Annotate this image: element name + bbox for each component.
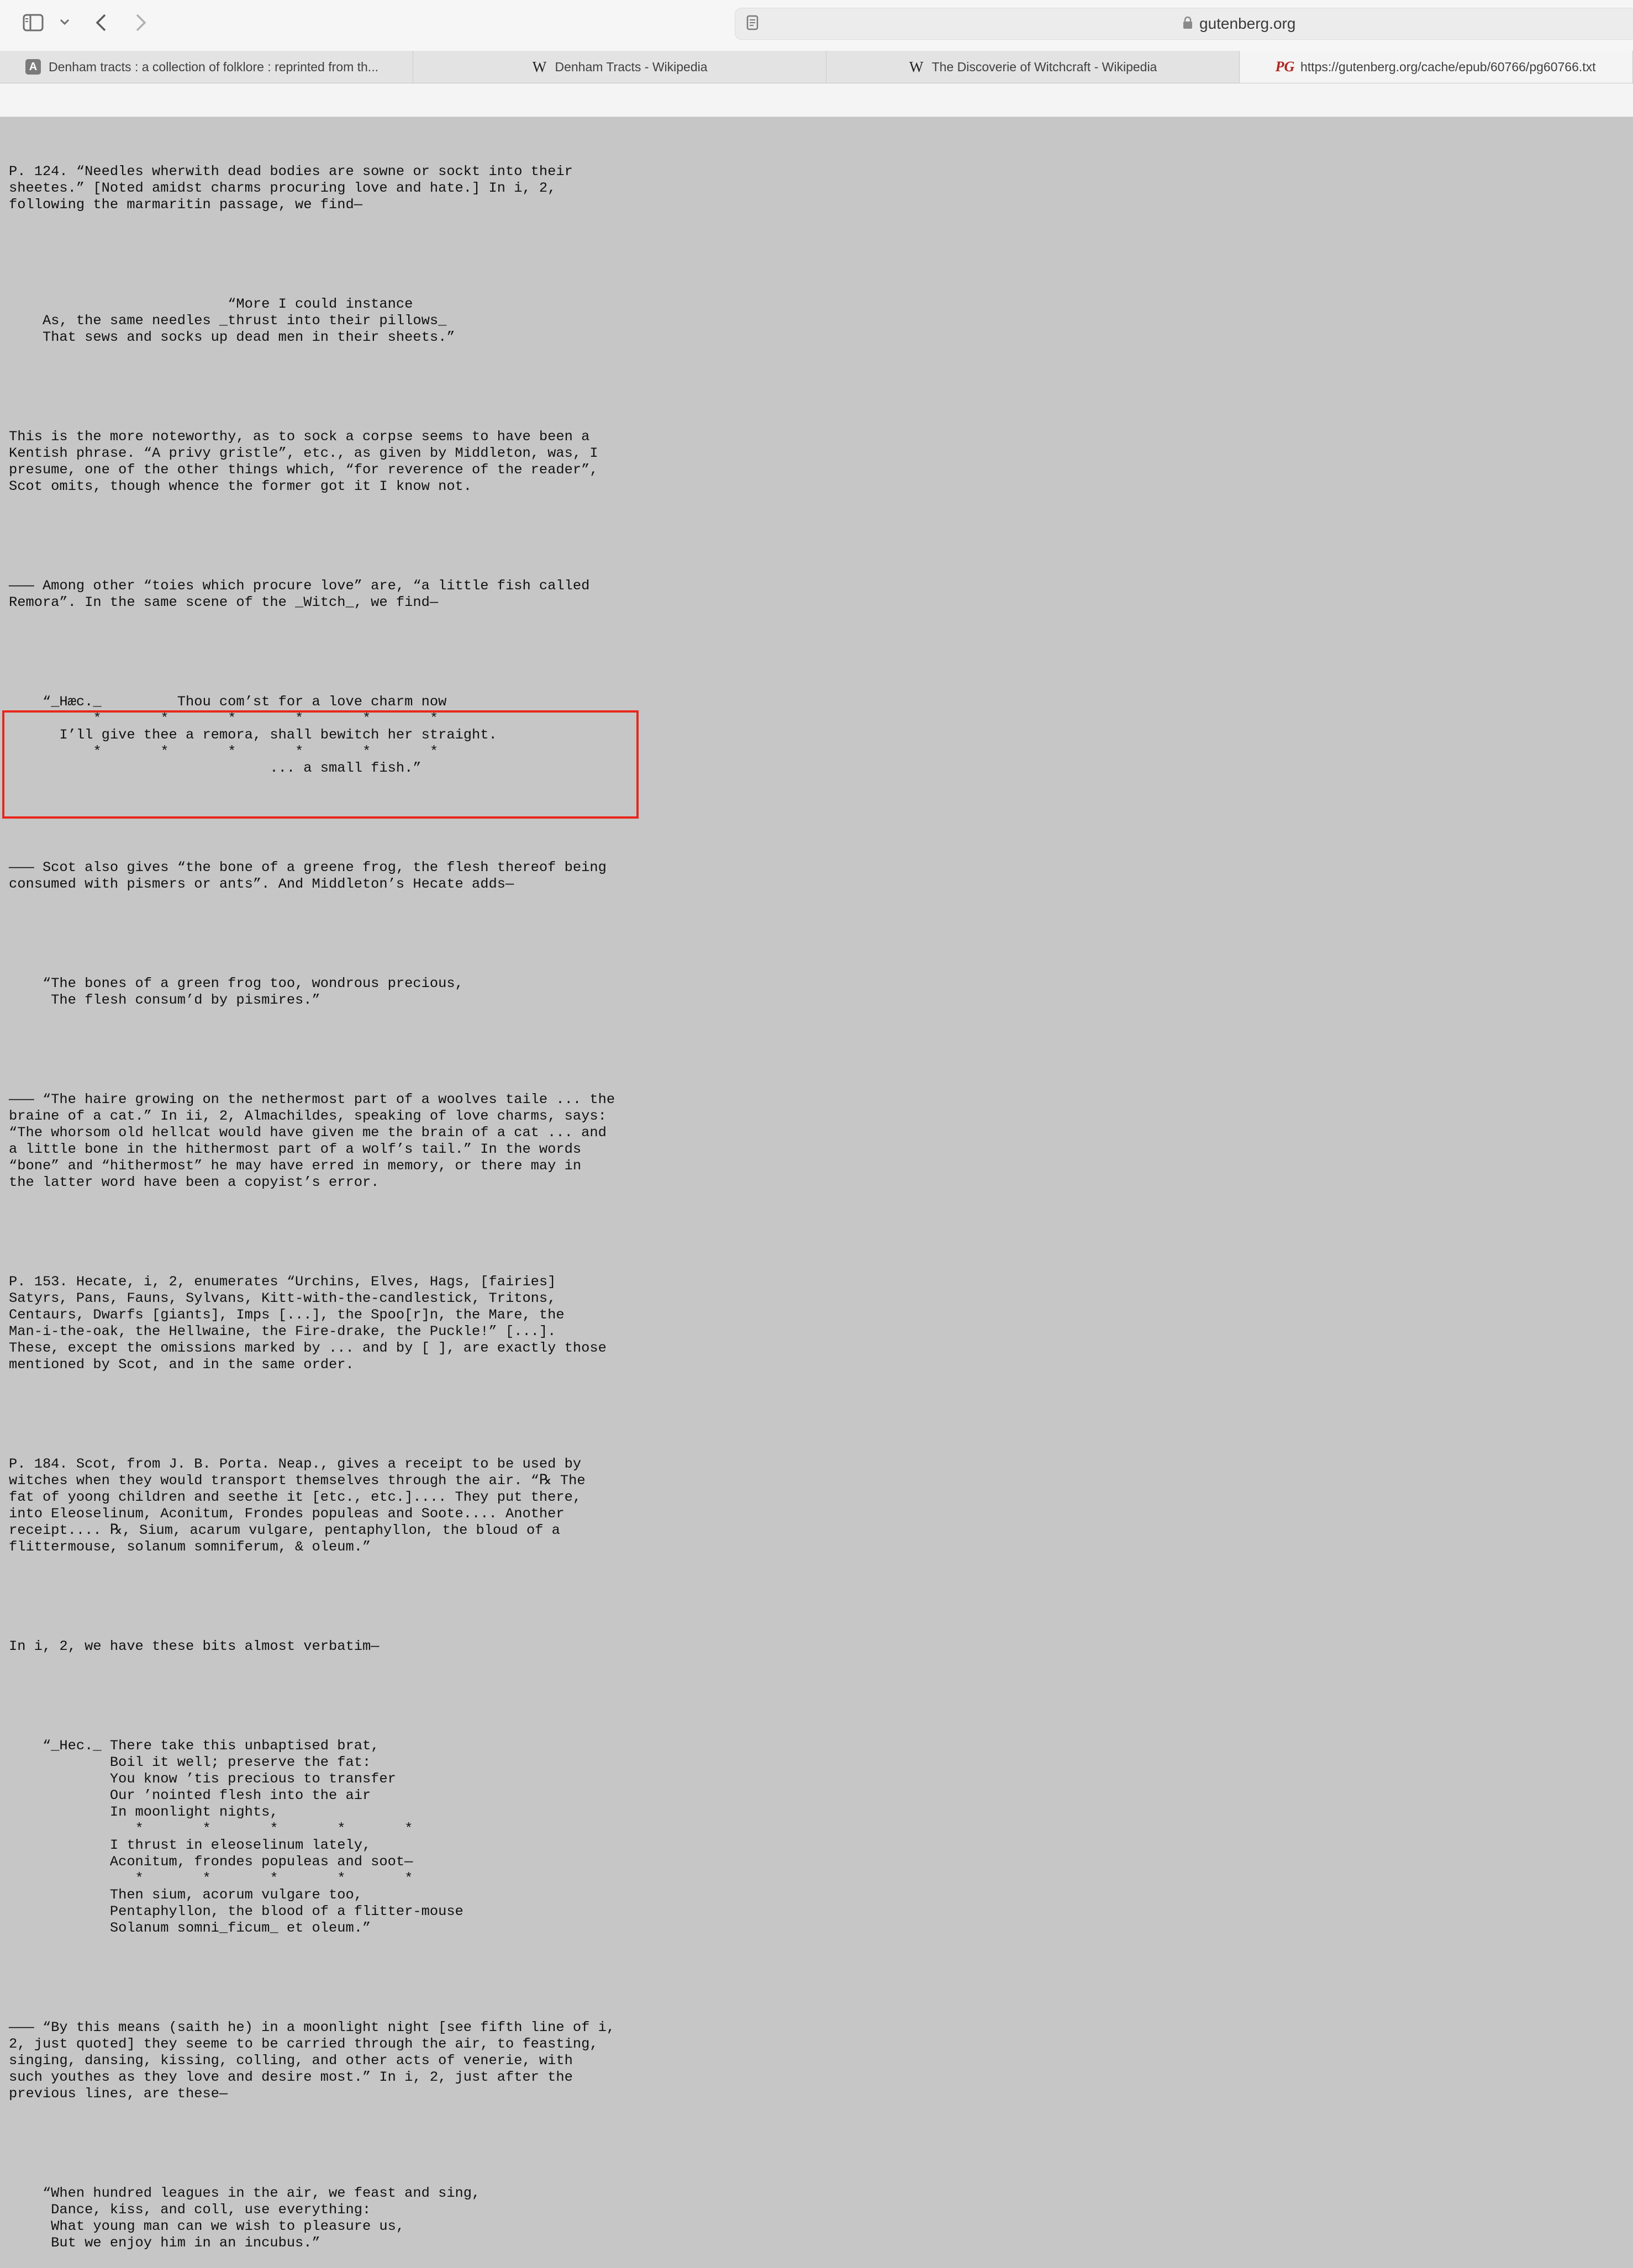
chevron-down-icon[interactable]	[59, 15, 71, 29]
sidebar-icon[interactable]	[22, 13, 44, 32]
tab-label: https://gutenberg.org/cache/epub/60766/p…	[1300, 59, 1596, 74]
paragraph-p124: P. 124. “Needles wherwith dead bodies ar…	[9, 163, 573, 213]
quote-needles: “More I could instance As, the same need…	[42, 296, 455, 345]
tab-label: Denham Tracts - Wikipedia	[555, 59, 708, 74]
tab-label: The Discoverie of Witchcraft - Wikipedia	[931, 59, 1157, 74]
url-text[interactable]: gutenberg.org	[1199, 14, 1295, 34]
paragraph-p153: P. 153. Hecate, i, 2, enumerates “Urchin…	[9, 1274, 607, 1373]
tab-label: Denham tracts : a collection of folklore…	[49, 59, 378, 74]
paragraph-means: ——— “By this means (saith he) in a moonl…	[9, 2019, 615, 2102]
tab-denham-tracts-archive[interactable]: A Denham tracts : a collection of folklo…	[0, 51, 413, 83]
document-text: P. 124. “Needles wherwith dead bodies ar…	[9, 130, 650, 2268]
quote-feast: “When hundred leagues in the air, we fea…	[42, 2185, 481, 2251]
paragraph-remora: ——— Among other “toies which procure lov…	[9, 578, 590, 610]
paragraph-frog: ——— Scot also gives “the bone of a green…	[9, 859, 607, 892]
paragraph-noteworthy: This is the more noteworthy, as to sock …	[9, 429, 598, 494]
wikipedia-favicon-icon: W	[532, 58, 547, 75]
quote-frog: “The bones of a green frog too, wondrous…	[42, 975, 463, 1008]
gutenberg-favicon-icon: PG	[1275, 59, 1295, 75]
address-bar[interactable]: gutenberg.org	[735, 8, 1633, 40]
paragraph-verbatim: In i, 2, we have these bits almost verba…	[9, 1638, 380, 1654]
browser-toolbar: gutenberg.org	[0, 0, 1633, 51]
page-header-bar	[0, 83, 1633, 117]
wikipedia-favicon-icon: W	[909, 58, 924, 75]
tab-denham-tracts-wikipedia[interactable]: W Denham Tracts - Wikipedia	[413, 51, 826, 83]
archive-favicon-icon: A	[25, 59, 41, 75]
tab-discoverie-witchcraft-wikipedia[interactable]: W The Discoverie of Witchcraft - Wikiped…	[826, 51, 1240, 83]
paragraph-p184: P. 184. Scot, from J. B. Porta. Neap., g…	[9, 1456, 586, 1555]
quote-remora: “_Hæc._ Thou com’st for a love charm now…	[42, 694, 497, 776]
tab-gutenberg-text[interactable]: PG https://gutenberg.org/cache/epub/6076…	[1240, 51, 1633, 83]
lock-icon	[1183, 16, 1194, 30]
quote-hecate: “_Hec._ There take this unbaptised brat,…	[42, 1738, 463, 1936]
paragraph-haire: ——— “The haire growing on the nethermost…	[9, 1091, 615, 1190]
reader-icon[interactable]	[746, 15, 760, 31]
forward-icon[interactable]	[133, 12, 149, 33]
tab-bar: A Denham tracts : a collection of folklo…	[0, 51, 1633, 83]
back-icon[interactable]	[93, 12, 109, 33]
